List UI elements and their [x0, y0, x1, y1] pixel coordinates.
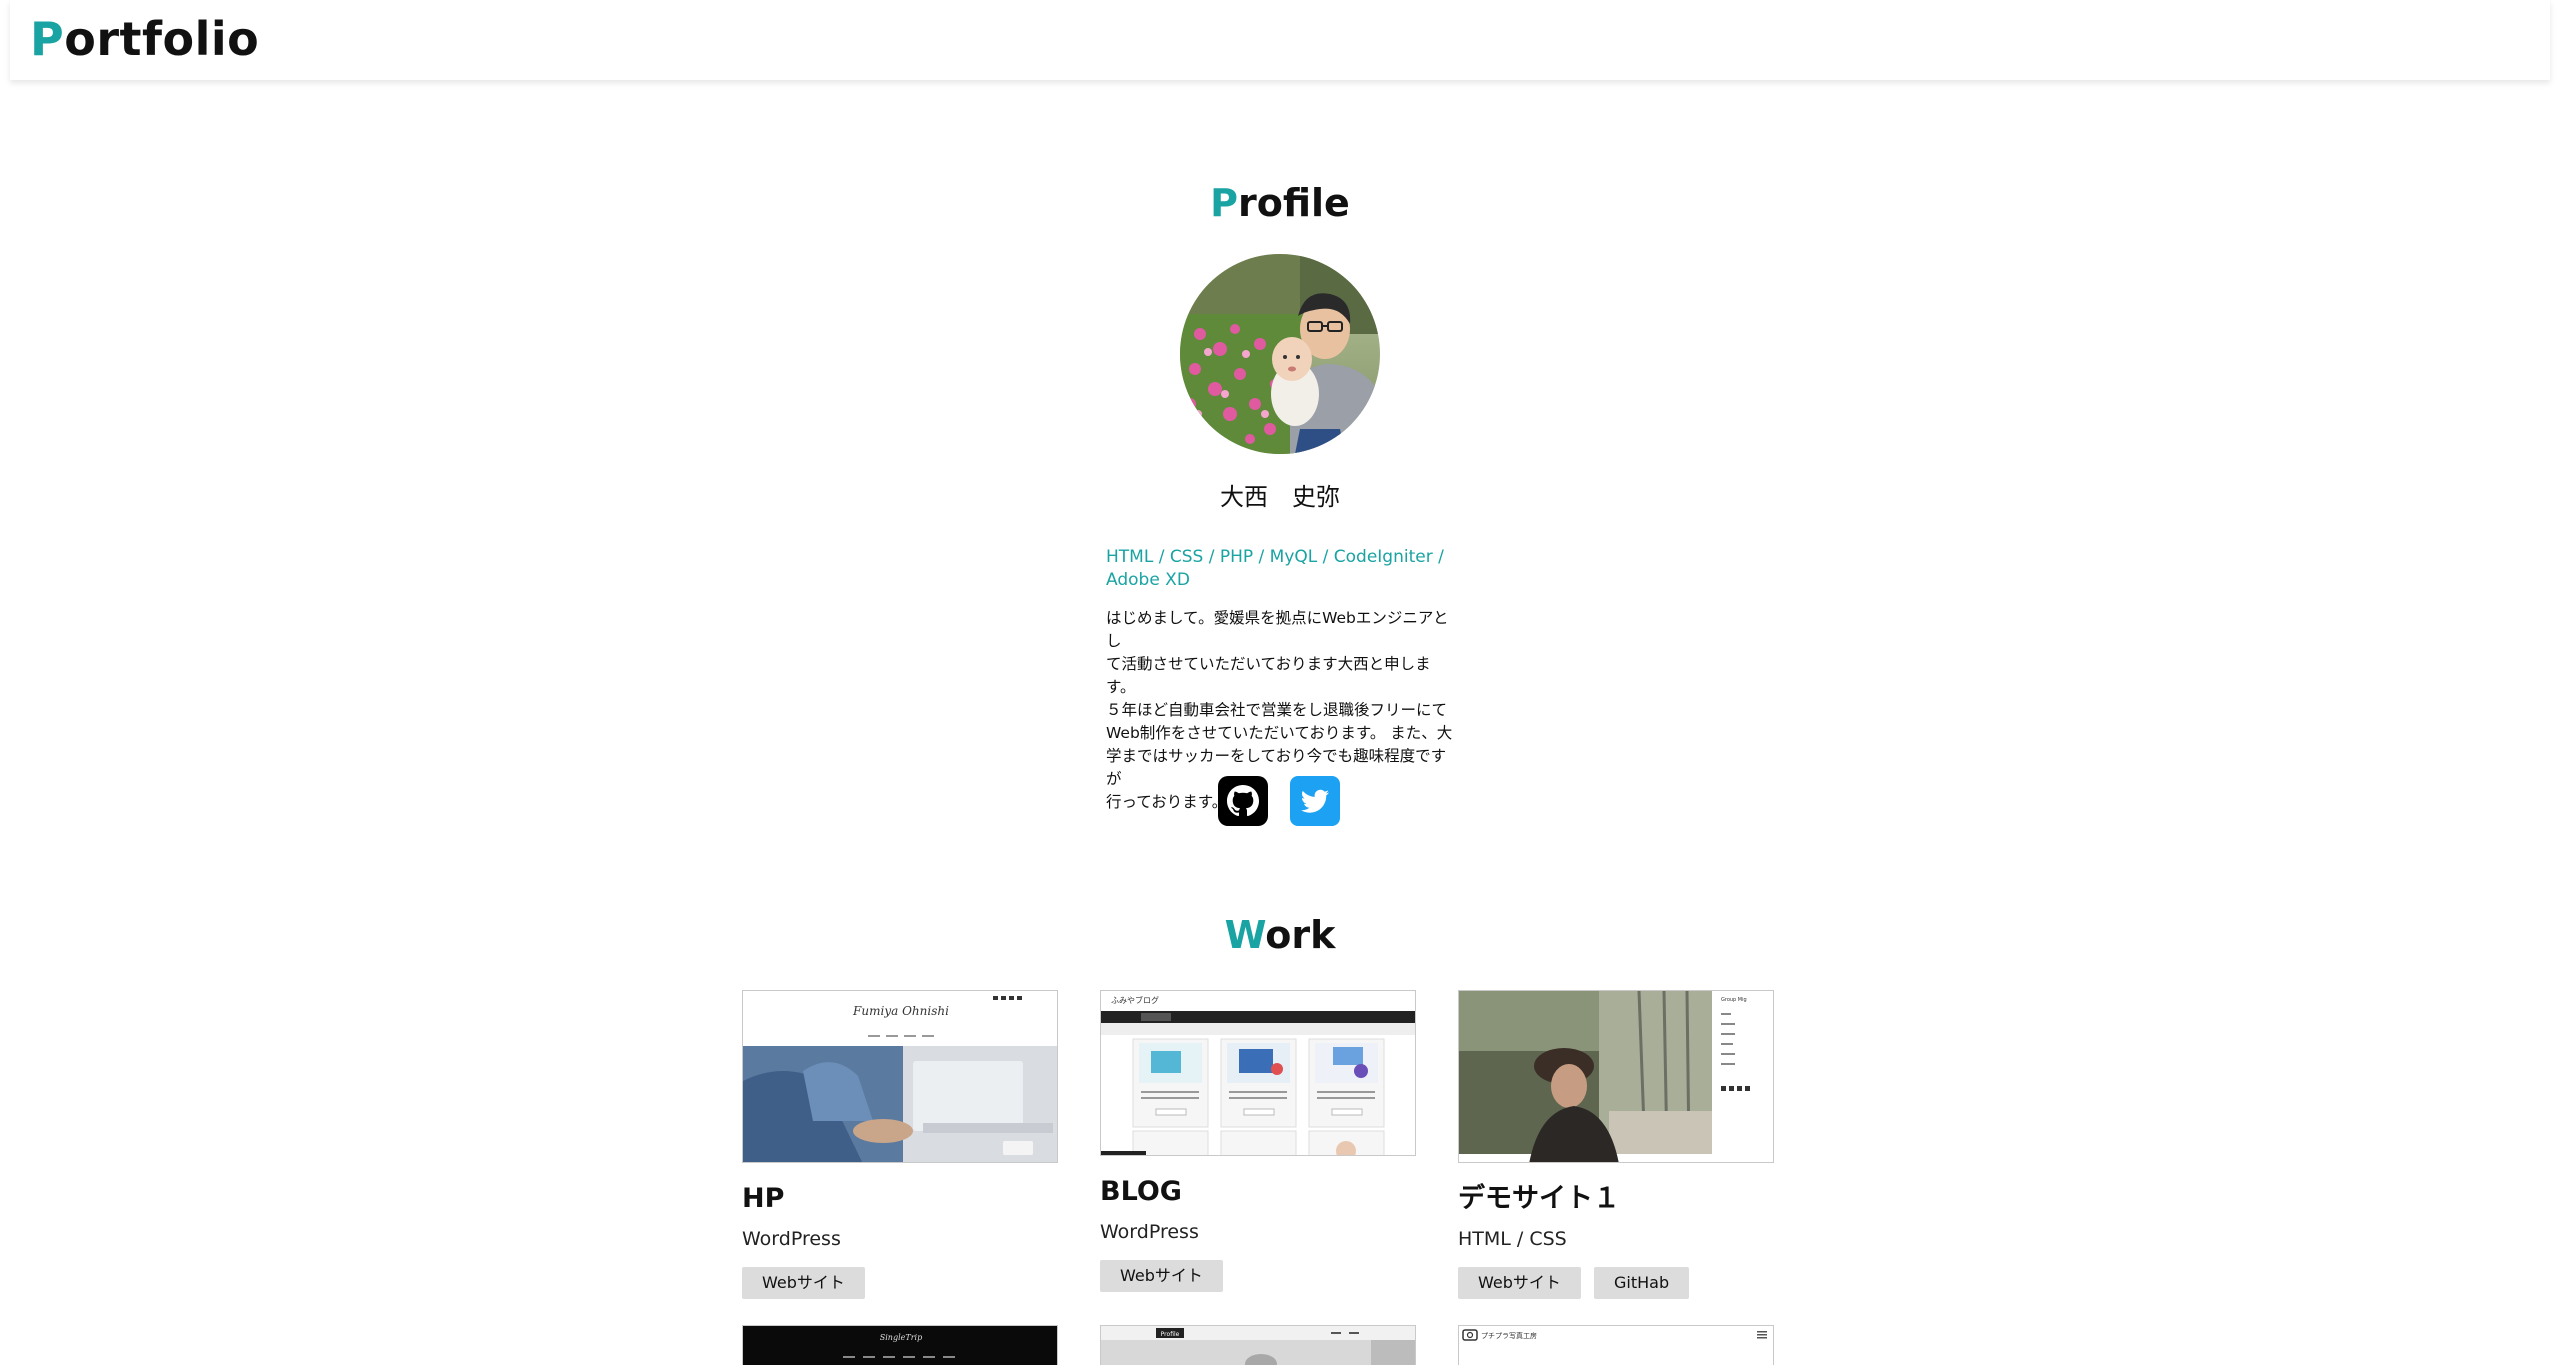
work-subtitle: WordPress [742, 1228, 841, 1250]
svg-text:SingleTrip: SingleTrip [880, 1333, 922, 1342]
work-tags: Webサイト GitHab [1458, 1267, 1774, 1301]
work-title-rest: ork [1265, 913, 1336, 957]
svg-text:Profile: Profile [1161, 1331, 1180, 1338]
avatar [1180, 254, 1380, 454]
bio-line: はじめまして。愛媛県を拠点にWebエンジニアとし [1106, 609, 1449, 650]
tag-website[interactable]: Webサイト [1458, 1267, 1581, 1299]
work-thumbnail[interactable]: Group Mig [1458, 990, 1774, 1163]
github-icon [1218, 776, 1268, 826]
profile-section-title: Profile [0, 178, 2560, 228]
twitter-link[interactable] [1290, 776, 1340, 826]
logo-initial: P [30, 12, 65, 66]
work-card-hp[interactable]: Fumiya Ohnishi HP WordPress Webサイト [742, 990, 1058, 1301]
site-header: Portfolio [10, 0, 2550, 80]
work-title: BLOG [1100, 1176, 1182, 1207]
site-logo[interactable]: Portfolio [30, 10, 259, 68]
bio-line: 学まではサッカーをしており今でも趣味程度ですが [1106, 747, 1447, 788]
profile-title-initial: P [1210, 181, 1239, 225]
work-card-thumbnail[interactable]: SingleTrip [742, 1325, 1058, 1365]
tag-website[interactable]: Webサイト [742, 1267, 865, 1299]
work-tags: Webサイト [742, 1267, 1058, 1301]
work-card-thumbnail[interactable]: プチプラ写真工房 [1458, 1325, 1774, 1365]
work-tags: Webサイト [1100, 1260, 1416, 1294]
profile-title-rest: rofile [1238, 181, 1350, 225]
work-title-initial: W [1224, 913, 1266, 957]
github-link[interactable] [1218, 776, 1268, 826]
svg-text:プチプラ写真工房: プチプラ写真工房 [1481, 1331, 1537, 1340]
bio-line: て活動させていただいております大西と申します。 [1106, 655, 1431, 696]
work-subtitle: HTML / CSS [1458, 1228, 1567, 1250]
tag-github[interactable]: GitHab [1593, 1267, 1690, 1299]
svg-text:Group Mig: Group Mig [1721, 997, 1747, 1003]
work-section-title: Work [0, 910, 2560, 960]
skills-line: Adobe XD [1106, 570, 1190, 590]
skills-line: HTML / CSS / PHP / MyQL / CodeIgniter / [1106, 547, 1444, 567]
work-title: HP [742, 1183, 785, 1214]
bio-line: 行っております。 [1106, 793, 1228, 811]
profile-name: 大西 史弥 [1220, 483, 1340, 511]
work-card-demo1[interactable]: Group Mig デモサイト１ HTML / CSS Webサイト GitHa… [1458, 990, 1774, 1301]
work-subtitle: WordPress [1100, 1221, 1199, 1243]
work-card-thumbnail[interactable]: Profile [1100, 1325, 1416, 1365]
skills-list: HTML / CSS / PHP / MyQL / CodeIgniter / … [1106, 546, 1456, 592]
work-title: デモサイト１ [1458, 1183, 1620, 1214]
svg-text:ふみやブログ: ふみやブログ [1111, 995, 1159, 1005]
work-thumbnail[interactable]: ふみやブログ [1100, 990, 1416, 1156]
twitter-icon [1290, 776, 1340, 826]
tag-website[interactable]: Webサイト [1100, 1260, 1223, 1292]
work-thumbnail[interactable]: Fumiya Ohnishi [742, 990, 1058, 1163]
profile-bio: はじめまして。愛媛県を拠点にWebエンジニアとし て活動させていただいております… [1106, 607, 1456, 814]
work-card-blog[interactable]: ふみやブログ BLOG WordPress Webサイト [1100, 990, 1416, 1294]
logo-text: ortfolio [64, 12, 260, 66]
bio-line: ５年ほど自動車会社で営業をし退職後フリーにて [1106, 701, 1448, 719]
bio-line: Web制作をさせていただいております。 また、大 [1106, 724, 1453, 742]
svg-text:Fumiya Ohnishi: Fumiya Ohnishi [852, 1004, 949, 1018]
